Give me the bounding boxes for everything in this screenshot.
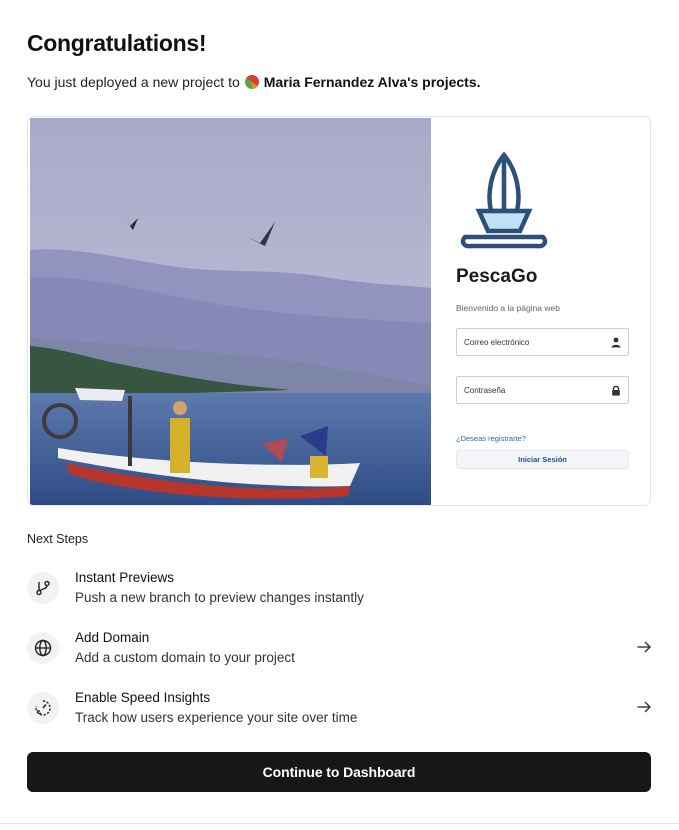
- team-name: Maria Fernandez Alva's projects.: [263, 74, 481, 90]
- signin-button[interactable]: Iniciar Sesión: [456, 450, 629, 469]
- step-icon-container: [27, 632, 59, 664]
- step-description: Add a custom domain to your project: [75, 650, 295, 665]
- continue-to-dashboard-button[interactable]: Continue to Dashboard: [27, 752, 651, 792]
- page-title: Congratulations!: [27, 30, 207, 56]
- arrow-right-icon: [637, 641, 651, 653]
- step-icon-container: [27, 572, 59, 604]
- next-steps-heading: Next Steps: [27, 532, 89, 546]
- email-placeholder: Correo electrónico: [464, 338, 530, 347]
- deploy-subtitle: You just deployed a new project to Maria…: [27, 74, 481, 90]
- step-description: Track how users experience your site ove…: [75, 710, 358, 725]
- arrow-right-icon: [637, 701, 651, 713]
- step-description: Push a new branch to preview changes ins…: [75, 590, 364, 605]
- login-panel: PescaGo Bienvenido a la página web Corre…: [431, 117, 650, 505]
- lock-icon: [612, 385, 620, 396]
- welcome-text: Bienvenido a la página web: [456, 303, 560, 313]
- email-field[interactable]: Correo electrónico: [456, 328, 629, 356]
- globe-icon: [34, 639, 52, 657]
- deployment-preview[interactable]: PescaGo Bienvenido a la página web Corre…: [27, 116, 651, 506]
- step-speed-insights[interactable]: Enable Speed Insights Track how users ex…: [27, 686, 652, 730]
- step-title: Add Domain: [75, 630, 150, 645]
- step-add-domain[interactable]: Add Domain Add a custom domain to your p…: [27, 626, 652, 670]
- password-field[interactable]: Contraseña: [456, 376, 629, 404]
- speed-gauge-icon: [35, 700, 51, 716]
- hero-photo: [30, 118, 431, 505]
- password-placeholder: Contraseña: [464, 386, 506, 395]
- sailboat-logo-icon: [460, 151, 548, 249]
- git-branch-icon: [36, 580, 50, 596]
- step-icon-container: [27, 692, 59, 724]
- step-instant-previews[interactable]: Instant Previews Push a new branch to pr…: [27, 566, 652, 610]
- subtitle-text: You just deployed a new project to: [27, 74, 240, 90]
- step-title: Instant Previews: [75, 570, 175, 585]
- user-icon: [611, 337, 621, 348]
- brand-name: PescaGo: [456, 266, 538, 287]
- step-title: Enable Speed Insights: [75, 690, 211, 705]
- register-link[interactable]: ¿Deseas registrarte?: [456, 434, 526, 443]
- team-avatar: [244, 75, 259, 89]
- deployment-success-card: Congratulations! You just deployed a new…: [0, 0, 679, 824]
